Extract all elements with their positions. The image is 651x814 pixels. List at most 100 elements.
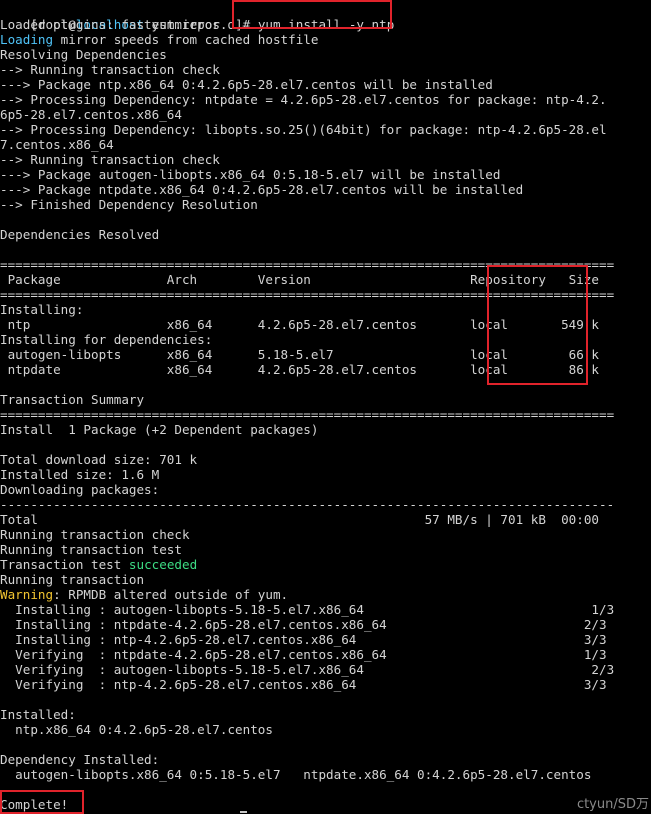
output-line: ========================================…: [0, 287, 614, 302]
output-segment: autogen-libopts.x86_64 0:5.18-5.el7 ntpd…: [0, 767, 592, 782]
command-text: yum install -y ntp: [257, 17, 395, 32]
output-segment: ---> Package ntpdate.x86_64 0:4.2.6p5-28…: [0, 182, 524, 197]
output-line: Complete!: [0, 797, 68, 812]
output-segment: Verifying : autogen-libopts-5.18-5.el7.x…: [0, 662, 615, 677]
output-line: Installed:: [0, 707, 76, 722]
prompt-line: [root@localhost yum.repos.d]# yum instal…: [0, 2, 394, 32]
output-segment: --> Processing Dependency: ntpdate = 4.2…: [0, 92, 607, 107]
output-segment: Verifying : ntp-4.2.6p5-28.el7.centos.x8…: [0, 677, 607, 692]
output-segment: 7.centos.x86_64: [0, 137, 114, 152]
output-line: Dependency Installed:: [0, 752, 159, 767]
output-segment: : RPMDB altered outside of yum.: [53, 587, 289, 602]
output-segment: Transaction Summary: [0, 392, 145, 407]
output-segment: Package Arch Version Repository Size: [0, 272, 599, 287]
output-line: ========================================…: [0, 407, 614, 422]
output-segment: ---> Package autogen-libopts.x86_64 0:5.…: [0, 167, 501, 182]
output-line: Verifying : ntp-4.2.6p5-28.el7.centos.x8…: [0, 677, 607, 692]
output-segment: Running transaction test: [0, 542, 182, 557]
output-segment: Running transaction: [0, 572, 145, 587]
output-line: Install 1 Package (+2 Dependent packages…: [0, 422, 318, 437]
output-segment: Loading: [0, 32, 54, 47]
output-line: Transaction test succeeded: [0, 557, 197, 572]
output-line: --> Finished Dependency Resolution: [0, 197, 258, 212]
output-segment: Installing:: [0, 302, 84, 317]
output-line: Installing:: [0, 302, 83, 317]
output-segment: Warning: [0, 587, 54, 602]
output-segment: ---> Package ntp.x86_64 0:4.2.6p5-28.el7…: [0, 77, 493, 92]
output-line: Verifying : autogen-libopts-5.18-5.el7.x…: [0, 662, 614, 677]
output-segment: Loaded plugins: fastestmirror: [0, 17, 220, 32]
output-segment: Installing for dependencies:: [0, 332, 213, 347]
output-line: --> Running transaction check: [0, 62, 220, 77]
output-line: autogen-libopts.x86_64 0:5.18-5.el7 ntpd…: [0, 767, 591, 782]
output-segment: Installing : ntpdate-4.2.6p5-28.el7.cent…: [0, 617, 607, 632]
watermark-text: ctyun/SD万: [576, 797, 649, 812]
output-line: Loading mirror speeds from cached hostfi…: [0, 32, 318, 47]
output-segment: --> Processing Dependency: libopts.so.25…: [0, 122, 607, 137]
output-segment: Downloading packages:: [0, 482, 160, 497]
output-line: --> Processing Dependency: ntpdate = 4.2…: [0, 92, 607, 107]
output-segment: Total 57 MB/s | 701 kB 00:00: [0, 512, 599, 527]
output-line: Running transaction: [0, 572, 144, 587]
output-line: Package Arch Version Repository Size: [0, 272, 599, 287]
output-line: --> Processing Dependency: libopts.so.25…: [0, 122, 607, 137]
output-line: ========================================…: [0, 257, 614, 272]
output-segment: Dependency Installed:: [0, 752, 160, 767]
output-line: 6p5-28.el7.centos.x86_64: [0, 107, 182, 122]
output-line: Installing : ntpdate-4.2.6p5-28.el7.cent…: [0, 617, 607, 632]
output-segment: --> Finished Dependency Resolution: [0, 197, 258, 212]
output-line: ntp.x86_64 0:4.2.6p5-28.el7.centos: [0, 722, 273, 737]
output-line: Installing : ntp-4.2.6p5-28.el7.centos.x…: [0, 632, 607, 647]
output-line: ntp x86_64 4.2.6p5-28.el7.centos local 5…: [0, 317, 599, 332]
output-segment: autogen-libopts x86_64 5.18-5.el7 local …: [0, 347, 599, 362]
output-segment: Complete!: [0, 797, 69, 812]
output-segment: Installing : ntp-4.2.6p5-28.el7.centos.x…: [0, 632, 607, 647]
output-segment: --> Running transaction check: [0, 152, 220, 167]
text-cursor: [240, 811, 247, 813]
output-segment: mirror speeds from cached hostfile: [53, 32, 319, 47]
output-segment: 6p5-28.el7.centos.x86_64: [0, 107, 182, 122]
output-line: Running transaction test: [0, 542, 182, 557]
output-segment: --> Running transaction check: [0, 62, 220, 77]
output-line: Downloading packages:: [0, 482, 159, 497]
output-line: --> Running transaction check: [0, 152, 220, 167]
output-segment: ntp x86_64 4.2.6p5-28.el7.centos local 5…: [0, 317, 599, 332]
output-segment: Installed:: [0, 707, 76, 722]
output-segment: ntpdate x86_64 4.2.6p5-28.el7.centos loc…: [0, 362, 599, 377]
output-segment: Resolving Dependencies: [0, 47, 167, 62]
output-line: Total 57 MB/s | 701 kB 00:00: [0, 512, 599, 527]
output-line: 7.centos.x86_64: [0, 137, 114, 152]
output-segment: Running transaction check: [0, 527, 190, 542]
output-segment: Installed size: 1.6 M: [0, 467, 160, 482]
output-segment: ========================================…: [0, 257, 615, 272]
output-line: Running transaction check: [0, 527, 190, 542]
output-segment: Installing : autogen-libopts-5.18-5.el7.…: [0, 602, 615, 617]
output-segment: Total download size: 701 k: [0, 452, 198, 467]
output-line: Total download size: 701 k: [0, 452, 197, 467]
output-line: ---> Package ntpdate.x86_64 0:4.2.6p5-28…: [0, 182, 523, 197]
output-line: Transaction Summary: [0, 392, 144, 407]
output-segment: ========================================…: [0, 407, 615, 422]
output-line: ---> Package ntp.x86_64 0:4.2.6p5-28.el7…: [0, 77, 493, 92]
output-line: ----------------------------------------…: [0, 497, 614, 512]
output-segment: Dependencies Resolved: [0, 227, 160, 242]
output-line: Installing for dependencies:: [0, 332, 212, 347]
output-segment: succeeded: [128, 557, 198, 572]
output-segment: Install 1 Package (+2 Dependent packages…: [0, 422, 319, 437]
output-line: ntpdate x86_64 4.2.6p5-28.el7.centos loc…: [0, 362, 599, 377]
output-segment: ========================================…: [0, 287, 615, 302]
output-line: Dependencies Resolved: [0, 227, 159, 242]
output-segment: ntp.x86_64 0:4.2.6p5-28.el7.centos: [0, 722, 273, 737]
output-line: ---> Package autogen-libopts.x86_64 0:5.…: [0, 167, 500, 182]
output-line: Warning: RPMDB altered outside of yum.: [0, 587, 288, 602]
output-line: Installing : autogen-libopts-5.18-5.el7.…: [0, 602, 614, 617]
output-line: Installed size: 1.6 M: [0, 467, 159, 482]
output-line: Loaded plugins: fastestmirror: [0, 17, 220, 32]
output-segment: Transaction test: [0, 557, 129, 572]
output-segment: Verifying : ntpdate-4.2.6p5-28.el7.cento…: [0, 647, 607, 662]
output-segment: ----------------------------------------…: [0, 497, 615, 512]
output-line: autogen-libopts x86_64 5.18-5.el7 local …: [0, 347, 599, 362]
output-line: Verifying : ntpdate-4.2.6p5-28.el7.cento…: [0, 647, 607, 662]
output-line: Resolving Dependencies: [0, 47, 167, 62]
terminal-window[interactable]: [root@localhost yum.repos.d]# yum instal…: [0, 0, 651, 814]
